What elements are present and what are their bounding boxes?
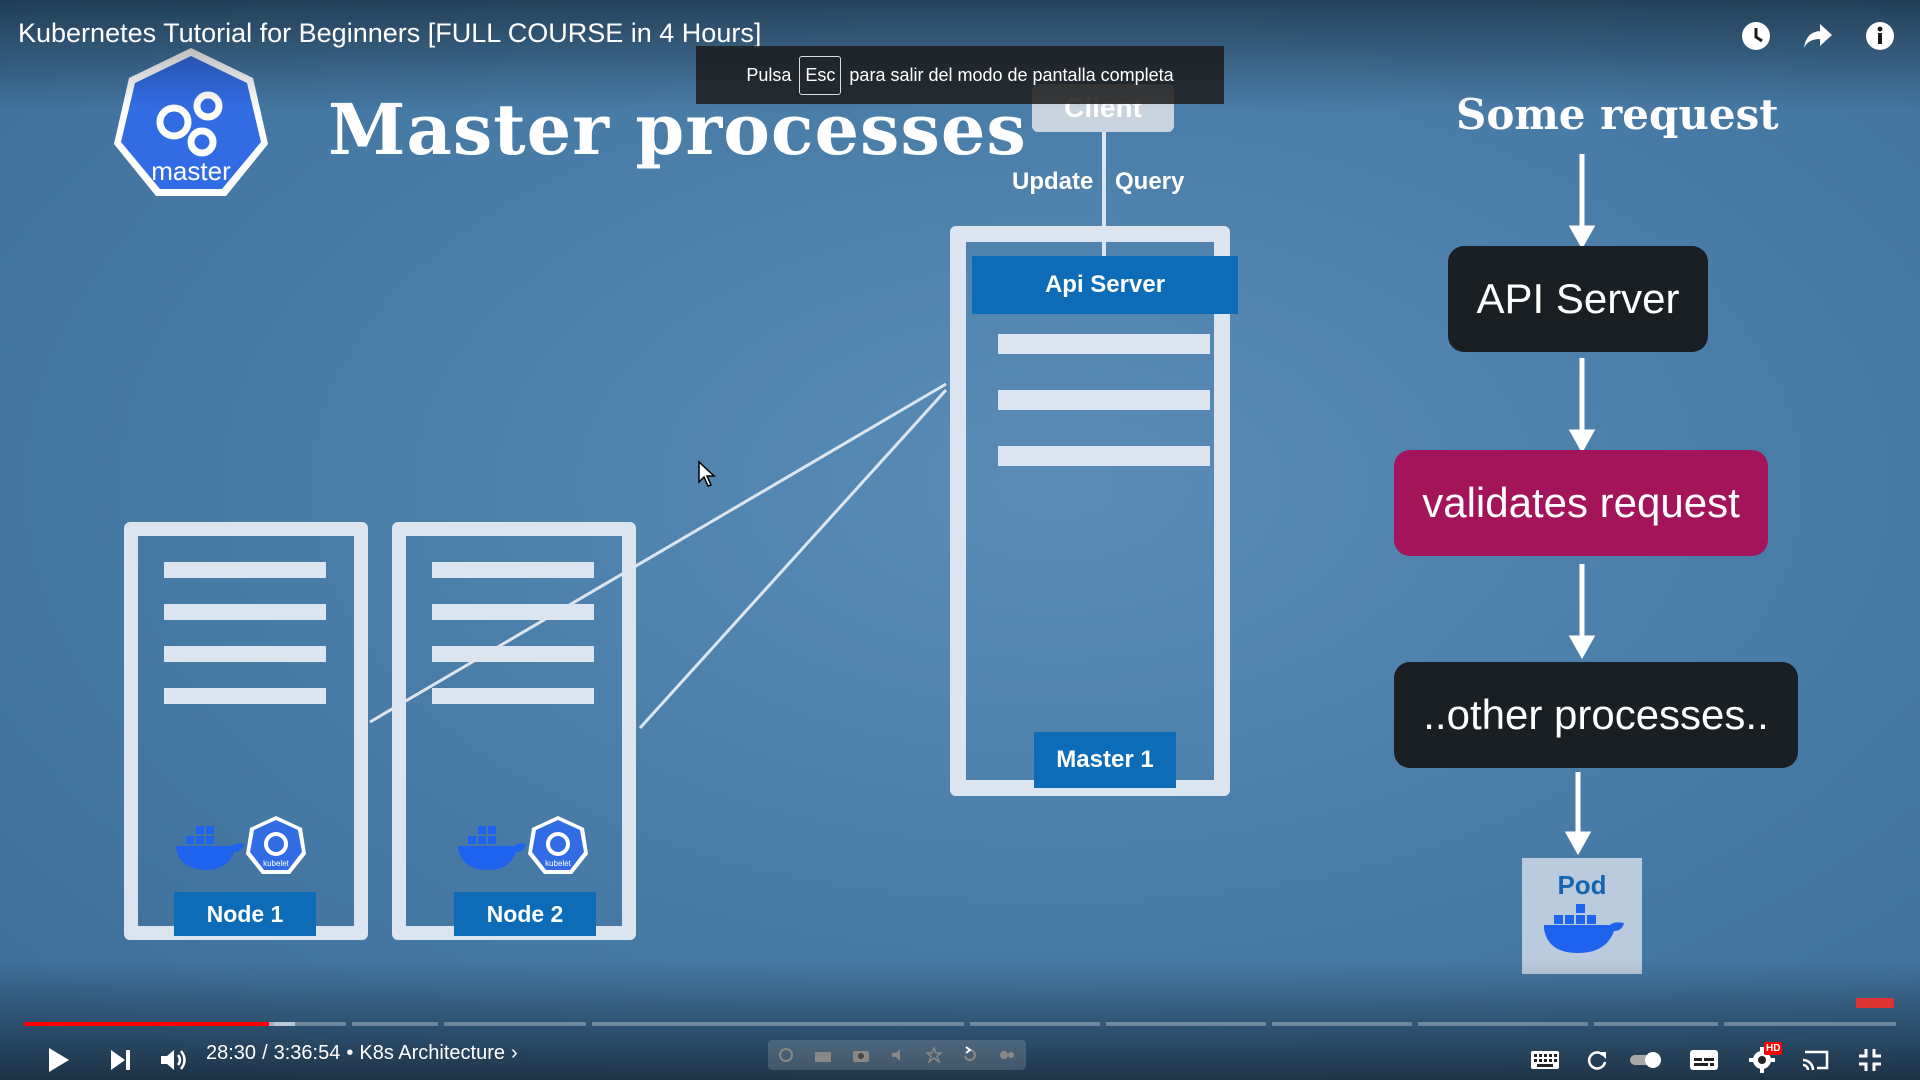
keyboard-button[interactable] — [1526, 1040, 1564, 1080]
toast-text-after: para salir del modo de pantalla completa — [849, 64, 1174, 85]
subtitles-button[interactable] — [1684, 1040, 1724, 1080]
fullscreen-toast: Pulsa Esc para salir del modo de pantall… — [696, 46, 1224, 104]
mouse-cursor-icon — [698, 460, 716, 487]
progress-played — [24, 1022, 270, 1026]
cast-icon — [1802, 1050, 1829, 1071]
pod-label: Pod — [1557, 870, 1607, 900]
settings-button[interactable]: HD — [1742, 1040, 1783, 1080]
toast-text-before: Pulsa — [746, 64, 792, 85]
docker-icon — [1544, 904, 1624, 953]
exit-fullscreen-icon — [1859, 1049, 1881, 1071]
flow-validates-request: validates request — [1394, 450, 1768, 556]
esc-key: Esc — [799, 55, 842, 95]
pod-box: Pod — [1522, 858, 1642, 974]
share-icon[interactable] — [1800, 18, 1836, 54]
exit-fullscreen-button[interactable] — [1850, 1040, 1890, 1080]
right-controls: HD — [0, 1040, 1920, 1080]
replay-button[interactable] — [1580, 1040, 1614, 1080]
cast-button[interactable] — [1796, 1040, 1836, 1080]
video-title[interactable]: Kubernetes Tutorial for Beginners [FULL … — [18, 18, 761, 49]
flow-other-processes: ..other processes.. — [1394, 662, 1798, 768]
subtitles-icon — [1690, 1050, 1718, 1070]
replay-icon — [1587, 1051, 1607, 1070]
watch-later-icon[interactable] — [1738, 18, 1774, 54]
info-icon[interactable] — [1862, 18, 1898, 54]
top-actions — [1738, 18, 1898, 54]
autoplay-toggle[interactable] — [1626, 1040, 1666, 1080]
hd-badge: HD — [1764, 1042, 1783, 1055]
keyboard-icon — [1531, 1051, 1559, 1069]
progress-buffered — [269, 1022, 296, 1026]
channel-watermark — [1856, 998, 1894, 1008]
flow-api-server: API Server — [1448, 246, 1708, 352]
toggle-icon — [1630, 1052, 1661, 1068]
progress-bar[interactable] — [24, 1022, 1896, 1026]
video-player[interactable]: master Master processes Client Update Qu… — [0, 0, 1920, 1080]
